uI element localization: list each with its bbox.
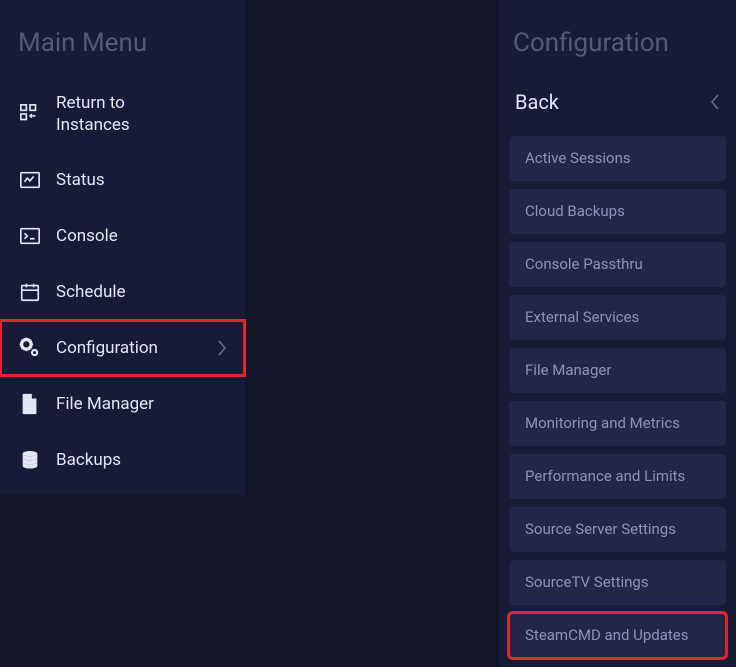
schedule-icon [18,280,42,304]
menu-item-console[interactable]: Console [0,208,245,264]
config-item-label: Active Sessions [525,149,631,167]
config-item-label: SteamCMD and Updates [525,626,689,644]
back-label: Back [515,90,559,114]
main-menu-title: Main Menu [0,20,245,76]
config-item-source-server-settings[interactable]: Source Server Settings [509,507,726,552]
menu-item-label: File Manager [56,393,154,415]
config-item-monitoring-and-metrics[interactable]: Monitoring and Metrics [509,401,726,446]
config-item-label: File Manager [525,361,611,379]
menu-item-label: Schedule [56,281,125,303]
config-item-sourcetv-settings[interactable]: SourceTV Settings [509,560,726,605]
config-item-label: External Services [525,308,639,326]
menu-item-backups[interactable]: Backups [0,432,245,488]
cogs-icon [18,336,42,360]
config-item-active-sessions[interactable]: Active Sessions [509,136,726,181]
config-item-console-passthru[interactable]: Console Passthru [509,242,726,287]
config-item-performance-and-limits[interactable]: Performance and Limits [509,454,726,499]
config-item-label: Performance and Limits [525,467,685,485]
config-item-steamcmd-and-updates[interactable]: SteamCMD and Updates [509,613,726,658]
instances-icon [18,102,42,126]
config-item-label: Cloud Backups [525,202,625,220]
status-icon [18,168,42,192]
config-item-label: SourceTV Settings [525,573,649,591]
config-item-external-services[interactable]: External Services [509,295,726,340]
menu-item-label: Configuration [56,337,158,359]
console-icon [18,224,42,248]
menu-item-label: Status [56,169,105,191]
main-menu-list: Return to Instances Status Console Schedule… [0,76,245,488]
config-item-label: Source Server Settings [525,520,676,538]
configuration-list: Active Sessions Cloud Backups Console Pass… [499,128,736,658]
config-item-file-manager[interactable]: File Manager [509,348,726,393]
config-item-cloud-backups[interactable]: Cloud Backups [509,189,726,234]
menu-item-schedule[interactable]: Schedule [0,264,245,320]
config-item-label: Monitoring and Metrics [525,414,680,432]
menu-item-label: Console [56,225,118,247]
menu-item-configuration[interactable]: Configuration [0,320,245,376]
back-button[interactable]: Back [499,76,736,128]
main-menu-sidebar: Main Menu Return to Instances Status Conso… [0,0,245,495]
configuration-title: Configuration [499,20,736,76]
config-item-label: Console Passthru [525,255,643,273]
file-icon [18,392,42,416]
configuration-panel: Configuration Back Active Sessions Cloud … [499,0,736,667]
menu-item-file-manager[interactable]: File Manager [0,376,245,432]
chevron-left-icon [710,93,720,111]
menu-item-return-to-instances[interactable]: Return to Instances [0,76,245,152]
chevron-right-icon [217,339,227,357]
menu-item-label: Return to Instances [56,92,166,136]
menu-item-status[interactable]: Status [0,152,245,208]
stack-icon [18,448,42,472]
menu-item-label: Backups [56,449,121,471]
